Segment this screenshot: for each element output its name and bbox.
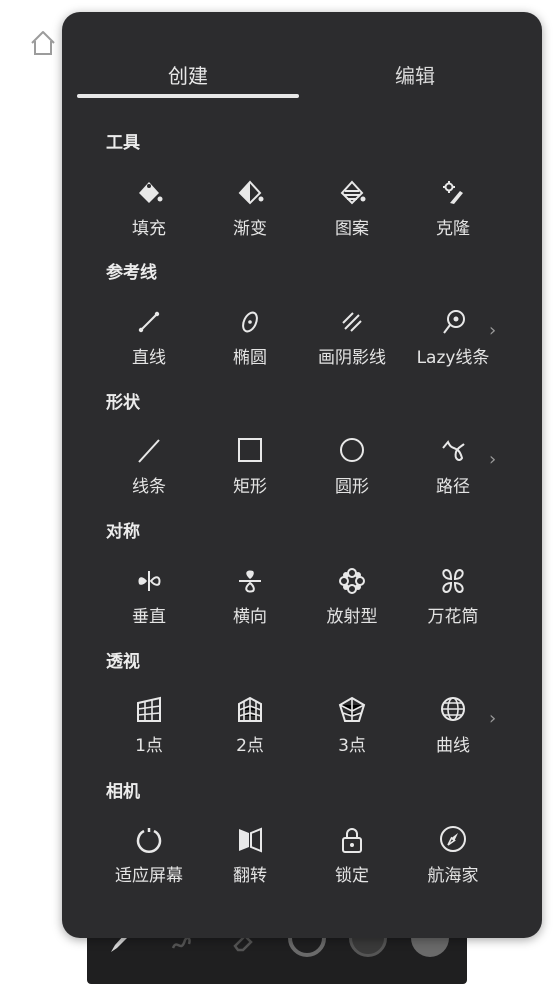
section-title-camera: 相机: [106, 782, 140, 802]
tool-lazy-line[interactable]: Lazy线条: [398, 307, 508, 385]
tool-ellipse-guide[interactable]: 椭圆: [195, 307, 305, 385]
tool-lock[interactable]: 锁定: [297, 825, 407, 903]
tool-curvilinear[interactable]: 曲线: [398, 695, 508, 773]
tool-navigator[interactable]: 航海家: [398, 825, 508, 903]
section-title-symmetry: 对称: [106, 522, 140, 542]
guides-more-chevron[interactable]: ›: [489, 320, 496, 341]
compass-icon: [438, 825, 468, 855]
section-title-guides: 参考线: [106, 263, 157, 283]
tool-clone[interactable]: 克隆: [398, 178, 508, 256]
tool-flip[interactable]: 翻转: [195, 825, 305, 903]
vertical-symmetry-icon: [134, 566, 164, 596]
line-shape-icon: [134, 436, 164, 466]
tool-two-point[interactable]: 2点: [195, 695, 305, 773]
tool-rectangle[interactable]: 矩形: [195, 436, 305, 514]
tool-circle[interactable]: 圆形: [297, 436, 407, 514]
three-point-perspective-icon: [337, 695, 367, 725]
tool-fit-screen[interactable]: 适应屏幕: [94, 825, 204, 903]
section-title-shapes: 形状: [106, 393, 140, 413]
horizontal-symmetry-icon: [235, 566, 265, 596]
tool-three-point[interactable]: 3点: [297, 695, 407, 773]
circle-icon: [337, 436, 367, 466]
pattern-icon: [337, 178, 367, 208]
tool-one-point[interactable]: 1点: [94, 695, 204, 773]
lock-icon: [337, 825, 367, 855]
tool-path[interactable]: 路径: [398, 436, 508, 514]
guides-popup-panel: 创建 编辑 工具 填充 渐变 图案 克隆 参考线 直线 椭圆 画阴影线 Lazy…: [62, 12, 542, 938]
perspective-more-chevron[interactable]: ›: [489, 708, 496, 729]
line-guide-icon: [134, 307, 164, 337]
ellipse-guide-icon: [235, 307, 265, 337]
tool-line-guide[interactable]: 直线: [94, 307, 204, 385]
tab-edit[interactable]: 编辑: [315, 60, 515, 89]
section-title-tools: 工具: [106, 133, 140, 153]
tool-radial-symmetry[interactable]: 放射型: [297, 566, 407, 644]
tool-gradient[interactable]: 渐变: [195, 178, 305, 256]
fit-screen-icon: [134, 825, 164, 855]
tab-create[interactable]: 创建: [88, 60, 288, 89]
tool-kaleidoscope[interactable]: 万花筒: [398, 566, 508, 644]
tool-line-shape[interactable]: 线条: [94, 436, 204, 514]
clone-icon: [438, 178, 468, 208]
hatching-icon: [337, 307, 367, 337]
radial-symmetry-icon: [337, 566, 367, 596]
tool-fill[interactable]: 填充: [94, 178, 204, 256]
rectangle-icon: [235, 436, 265, 466]
section-title-perspective: 透视: [106, 652, 140, 672]
path-icon: [438, 436, 468, 466]
active-tab-indicator: [77, 94, 299, 98]
lazy-line-icon: [438, 307, 468, 337]
flip-icon: [235, 825, 265, 855]
kaleidoscope-icon: [438, 566, 468, 596]
home-icon[interactable]: [28, 28, 58, 58]
globe-icon: [438, 695, 468, 725]
tool-hatching[interactable]: 画阴影线: [297, 307, 407, 385]
tool-pattern[interactable]: 图案: [297, 178, 407, 256]
tool-vertical-symmetry[interactable]: 垂直: [94, 566, 204, 644]
two-point-perspective-icon: [235, 695, 265, 725]
fill-icon: [134, 178, 164, 208]
gradient-icon: [235, 178, 265, 208]
shapes-more-chevron[interactable]: ›: [489, 449, 496, 470]
one-point-perspective-icon: [134, 695, 164, 725]
tool-horizontal-symmetry[interactable]: 横向: [195, 566, 305, 644]
